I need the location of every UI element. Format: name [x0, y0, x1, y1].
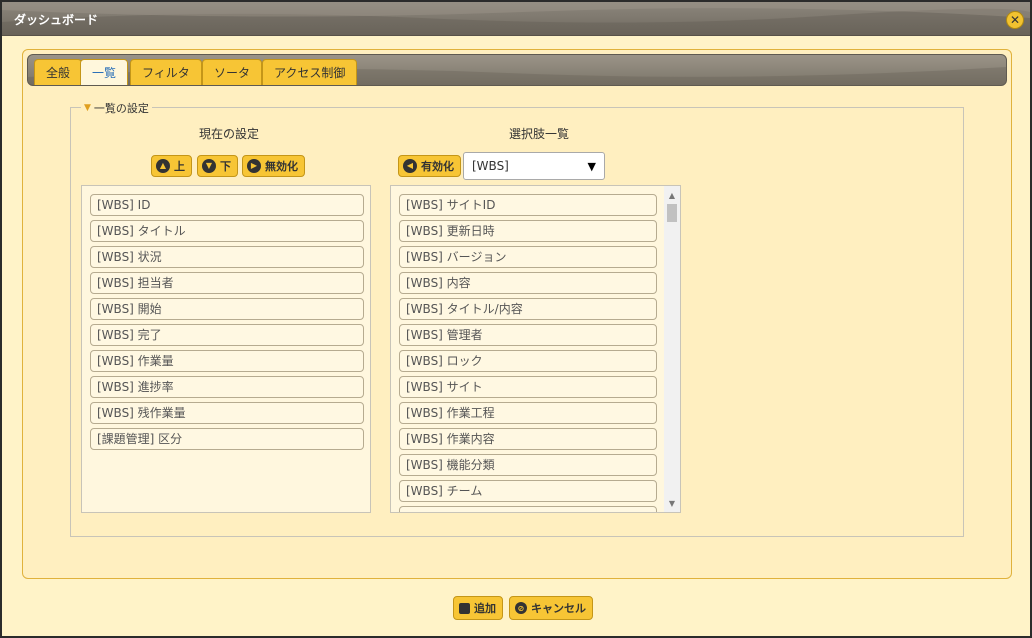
- move-down-button[interactable]: ▼ 下: [197, 155, 238, 177]
- list-item-partial[interactable]: [399, 506, 657, 512]
- list-item[interactable]: [WBS] 完了: [90, 324, 364, 346]
- tab-access-control[interactable]: アクセス制御: [262, 59, 358, 85]
- list-settings-fieldset: ▼ 一覧の設定 現在の設定 ▲ 上 ▼ 下 ▶ 無効化 [WBS] ID [WB…: [70, 100, 964, 537]
- tab-general[interactable]: 全般: [34, 59, 83, 85]
- options-title: 選択肢一覧: [509, 127, 570, 141]
- arrow-left-icon: ◀: [403, 159, 417, 173]
- fieldset-legend-label: 一覧の設定: [93, 102, 149, 115]
- add-button[interactable]: 追加: [453, 596, 503, 620]
- list-item[interactable]: [WBS] 開始: [90, 298, 364, 320]
- scroll-down-icon[interactable]: ▼: [664, 496, 680, 510]
- column-source-select[interactable]: [WBS] ▼: [463, 152, 605, 180]
- close-button[interactable]: ✕: [1006, 11, 1024, 29]
- options-scrollbar[interactable]: ▲ ▼: [664, 186, 680, 512]
- list-item[interactable]: [WBS] 残作業量: [90, 402, 364, 424]
- collapse-triangle-icon: ▼: [84, 103, 91, 113]
- title-bar-wave: [2, 2, 1030, 36]
- tab-panel: 全般 一覧 フィルタ ソータ アクセス制御 ▼ 一覧の設定 現在の設定 ▲ 上 …: [22, 49, 1012, 579]
- dialog-title: ダッシュボード: [14, 13, 99, 27]
- list-item[interactable]: [WBS] 管理者: [399, 324, 657, 346]
- arrow-down-icon: ▼: [202, 159, 216, 173]
- tab-sorter[interactable]: ソータ: [202, 59, 263, 85]
- arrow-up-icon: ▲: [156, 159, 170, 173]
- list-item[interactable]: [WBS] 担当者: [90, 272, 364, 294]
- list-item[interactable]: [WBS] 状況: [90, 246, 364, 268]
- list-item[interactable]: [WBS] 更新日時: [399, 220, 657, 242]
- title-bar[interactable]: ダッシュボード ✕: [2, 2, 1030, 36]
- options-list[interactable]: [WBS] サイトID [WBS] 更新日時 [WBS] バージョン [WBS]…: [390, 185, 681, 513]
- current-settings-title: 現在の設定: [199, 127, 260, 141]
- list-item[interactable]: [WBS] 作業量: [90, 350, 364, 372]
- tab-filter[interactable]: フィルタ: [130, 59, 202, 85]
- list-item[interactable]: [WBS] 内容: [399, 272, 657, 294]
- fieldset-legend[interactable]: ▼ 一覧の設定: [81, 100, 152, 116]
- list-item[interactable]: [WBS] タイトル: [90, 220, 364, 242]
- list-item[interactable]: [課題管理] 区分: [90, 428, 364, 450]
- column-source-select-value: [WBS]: [472, 159, 509, 173]
- tab-list[interactable]: 一覧: [80, 59, 129, 85]
- list-item[interactable]: [WBS] 作業内容: [399, 428, 657, 450]
- dashboard-dialog: ダッシュボード ✕ 全般 一覧 フィルタ ソータ アクセス制御 ▼ 一覧の設定 …: [0, 0, 1032, 638]
- cancel-icon: ⊘: [515, 602, 527, 614]
- list-item[interactable]: [WBS] 機能分類: [399, 454, 657, 476]
- current-settings-list[interactable]: [WBS] ID [WBS] タイトル [WBS] 状況 [WBS] 担当者 […: [81, 185, 371, 513]
- save-icon: [459, 602, 470, 614]
- close-icon: ✕: [1009, 13, 1021, 27]
- move-up-button[interactable]: ▲ 上: [151, 155, 192, 177]
- scroll-up-icon[interactable]: ▲: [664, 188, 680, 202]
- list-item[interactable]: [WBS] バージョン: [399, 246, 657, 268]
- cancel-button[interactable]: ⊘ キャンセル: [509, 596, 593, 620]
- disable-button[interactable]: ▶ 無効化: [242, 155, 305, 177]
- arrow-right-icon: ▶: [247, 159, 261, 173]
- list-item[interactable]: [WBS] チーム: [399, 480, 657, 502]
- list-item[interactable]: [WBS] サイトID: [399, 194, 657, 216]
- scrollbar-thumb[interactable]: [667, 204, 677, 222]
- list-item[interactable]: [WBS] ID: [90, 194, 364, 216]
- tab-bar: 全般 一覧 フィルタ ソータ アクセス制御: [27, 54, 1007, 86]
- list-item[interactable]: [WBS] 作業工程: [399, 402, 657, 424]
- chevron-down-icon: ▼: [587, 159, 596, 173]
- list-item[interactable]: [WBS] タイトル/内容: [399, 298, 657, 320]
- list-item[interactable]: [WBS] 進捗率: [90, 376, 364, 398]
- enable-button[interactable]: ◀ 有効化: [398, 155, 461, 177]
- list-item[interactable]: [WBS] サイト: [399, 376, 657, 398]
- list-item[interactable]: [WBS] ロック: [399, 350, 657, 372]
